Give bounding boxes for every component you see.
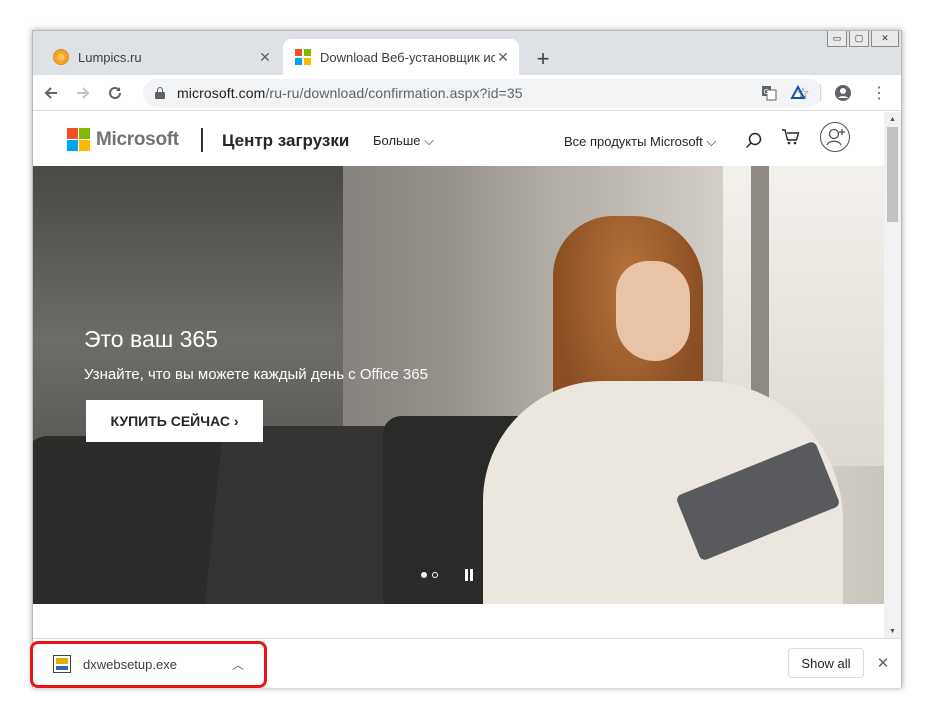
reload-icon bbox=[109, 86, 121, 99]
browser-toolbar: microsoft.com/ru-ru/download/confirmatio… bbox=[33, 75, 901, 111]
microsoft-favicon-icon bbox=[295, 49, 311, 65]
hero-text-block: Это ваш 365 Узнайте, что вы можете кажды… bbox=[84, 326, 428, 383]
new-tab-button[interactable]: + bbox=[529, 45, 557, 73]
carousel-dots bbox=[421, 572, 438, 578]
scrollbar-thumb[interactable] bbox=[887, 127, 898, 222]
show-all-button[interactable]: Show all bbox=[788, 648, 864, 678]
account-icon[interactable] bbox=[820, 122, 850, 152]
hero-heading: Это ваш 365 bbox=[84, 326, 218, 352]
address-bar[interactable]: microsoft.com/ru-ru/download/confirmatio… bbox=[143, 79, 823, 107]
maximize-button[interactable]: ▢ bbox=[849, 31, 869, 47]
reload-button[interactable] bbox=[101, 79, 129, 107]
window-close-button[interactable]: ✕ bbox=[871, 31, 899, 47]
microsoft-logo[interactable]: Microsoft bbox=[67, 128, 179, 151]
hero-seat bbox=[202, 426, 404, 604]
window-controls: ▭ ▢ ✕ bbox=[827, 31, 899, 47]
extension-triangle-icon[interactable] bbox=[784, 79, 812, 107]
profile-icon[interactable] bbox=[829, 79, 857, 107]
tab-strip: Lumpics.ru ✕ Download Веб-установщик исп… bbox=[33, 31, 901, 75]
browser-window: Lumpics.ru ✕ Download Веб-установщик исп… bbox=[30, 30, 902, 688]
scroll-down-icon[interactable]: ▼ bbox=[884, 624, 901, 638]
highlight-annotation bbox=[30, 641, 267, 688]
tab-title: Download Веб-установщик испо bbox=[320, 49, 495, 65]
toolbar-separator bbox=[820, 84, 821, 102]
menu-kebab-icon[interactable]: ⋮ bbox=[865, 79, 893, 107]
translate-icon[interactable]: G bbox=[759, 83, 779, 103]
tab-title: Lumpics.ru bbox=[78, 49, 142, 65]
ms-site-header: Microsoft Центр загрузки Больше ⌵ Все пр… bbox=[33, 112, 884, 166]
cart-icon[interactable] bbox=[781, 128, 801, 146]
pause-icon[interactable] bbox=[465, 569, 475, 581]
more-menu[interactable]: Больше ⌵ bbox=[373, 133, 434, 149]
search-icon[interactable] bbox=[745, 132, 763, 150]
lock-icon[interactable] bbox=[155, 87, 165, 99]
back-arrow-icon bbox=[44, 86, 57, 99]
carousel-dot-active[interactable] bbox=[421, 572, 427, 578]
header-divider bbox=[201, 128, 203, 152]
hero-banner: Это ваш 365 Узнайте, что вы можете кажды… bbox=[33, 166, 884, 604]
tab-lumpics[interactable]: Lumpics.ru ✕ bbox=[41, 39, 281, 75]
minimize-button[interactable]: ▭ bbox=[827, 31, 847, 47]
download-center-link[interactable]: Центр загрузки bbox=[222, 131, 349, 151]
page-scrollbar[interactable]: ▲ ▼ bbox=[884, 112, 901, 638]
lumpics-favicon-icon bbox=[53, 49, 69, 65]
forward-button[interactable] bbox=[69, 79, 97, 107]
svg-text:G: G bbox=[764, 88, 769, 96]
forward-arrow-icon bbox=[77, 86, 90, 99]
hero-subheading: Узнайте, что вы можете каждый день с Off… bbox=[84, 366, 428, 383]
all-products-menu[interactable]: Все продукты Microsoft ⌵ bbox=[564, 134, 716, 150]
close-icon[interactable]: ✕ bbox=[873, 653, 893, 673]
microsoft-wordmark: Microsoft bbox=[96, 128, 179, 150]
carousel-dot[interactable] bbox=[432, 572, 438, 578]
page-viewport: Microsoft Центр загрузки Больше ⌵ Все пр… bbox=[33, 112, 884, 638]
microsoft-logo-icon bbox=[67, 128, 90, 151]
scroll-up-icon[interactable]: ▲ bbox=[884, 112, 901, 126]
back-button[interactable] bbox=[37, 79, 65, 107]
tab-download[interactable]: Download Веб-установщик испо ✕ bbox=[283, 39, 519, 75]
close-icon[interactable]: ✕ bbox=[495, 49, 511, 65]
download-shelf: dxwebsetup.exe ︿ Show all ✕ bbox=[30, 638, 901, 688]
buy-now-button[interactable]: КУПИТЬ СЕЙЧАС › bbox=[86, 400, 263, 442]
hero-person-face bbox=[616, 261, 690, 361]
url-text[interactable]: microsoft.com/ru-ru/download/confirmatio… bbox=[177, 85, 523, 101]
close-icon[interactable]: ✕ bbox=[257, 49, 273, 65]
